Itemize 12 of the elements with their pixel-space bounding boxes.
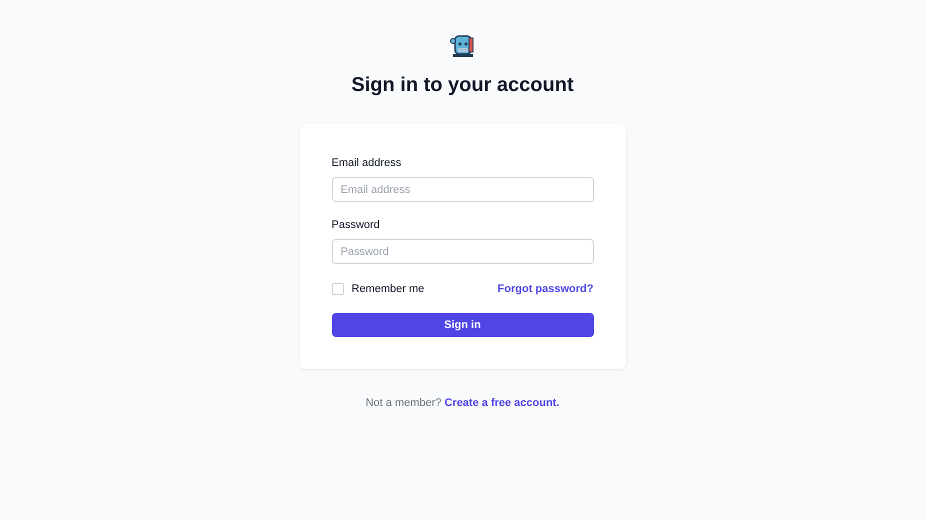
create-account-link[interactable]: Create a free account.	[444, 397, 560, 409]
forgot-password-link[interactable]: Forgot password?	[498, 283, 594, 295]
robot-logo-icon	[448, 33, 476, 59]
signup-prompt: Not a member? Create a free account.	[366, 397, 560, 409]
checkbox[interactable]	[332, 283, 344, 295]
field-label: Email address	[332, 157, 402, 169]
field-label: Password	[332, 219, 381, 231]
sign-in-button[interactable]: Sign in	[332, 313, 594, 337]
input-field[interactable]: Email address	[332, 177, 594, 202]
checkbox-label: Remember me	[352, 283, 424, 295]
page-title: Sign in to your account	[351, 74, 574, 97]
input-field[interactable]: Password	[332, 239, 594, 264]
